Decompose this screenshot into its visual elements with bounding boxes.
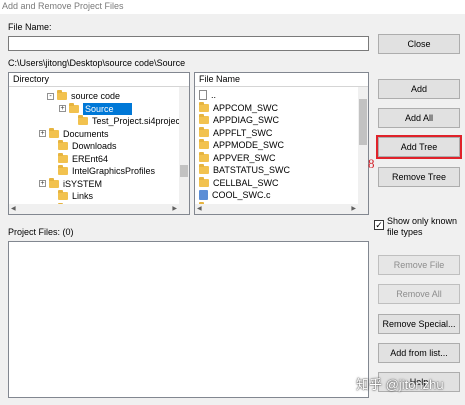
file-list-item-label: BATSTATUS_SWC <box>213 165 291 175</box>
remove-special-button[interactable]: Remove Special... <box>378 314 460 334</box>
file-list-item[interactable]: APPVER_SWC <box>199 151 276 164</box>
remove-all-button[interactable]: Remove All <box>378 284 460 304</box>
directory-item-label: Links <box>72 191 94 201</box>
project-files-label: Project Files: (0) <box>8 227 74 237</box>
collapse-icon[interactable]: - <box>47 92 54 100</box>
directory-scroll-thumb[interactable] <box>180 165 188 177</box>
directory-item[interactable]: - source code <box>47 90 120 102</box>
checkmark-icon: ✓ <box>375 220 383 230</box>
directory-item-label: Downloads <box>72 141 117 151</box>
directory-item[interactable]: Test_Project.si4project <box>78 115 183 127</box>
file-list-item[interactable]: COOL_SWC.c <box>199 189 271 201</box>
directory-item-label: source code <box>71 91 121 101</box>
directory-item[interactable]: Links <box>58 190 93 202</box>
show-only-known-checkbox[interactable]: ✓ <box>374 220 384 230</box>
folder-icon <box>58 140 68 150</box>
directory-horizontal-scrollbar[interactable]: ◀ ▶ <box>9 204 189 214</box>
file-vertical-scrollbar[interactable] <box>358 87 368 204</box>
file-list-item[interactable]: .. <box>199 89 216 101</box>
add-from-list-button[interactable]: Add from list... <box>378 343 460 363</box>
folder-icon <box>58 152 68 163</box>
folder-icon <box>49 177 59 188</box>
directory-item[interactable]: + Documents <box>39 127 109 140</box>
folder-icon <box>57 90 67 100</box>
c-file-icon <box>199 190 208 200</box>
file-list-item-label: APPCOM_SWC <box>213 102 279 113</box>
add-all-button[interactable]: Add All <box>378 108 460 128</box>
expand-icon[interactable]: + <box>39 180 46 187</box>
folder-icon <box>49 127 59 138</box>
file-list-item[interactable]: BATSTATUS_SWC <box>199 164 290 176</box>
close-button[interactable]: Close <box>378 34 460 54</box>
directory-item[interactable]: + Source <box>59 102 132 115</box>
file-list-item-label: APPDIAG_SWC <box>213 115 280 125</box>
file-list-item-label: APPVER_SWC <box>213 152 276 163</box>
directory-item-label: iSYSTEM <box>63 178 103 189</box>
file-icon <box>199 90 207 100</box>
expand-icon[interactable]: + <box>39 130 46 137</box>
directory-item[interactable]: IntelGraphicsProfiles <box>58 165 155 177</box>
directory-item-label: Documents <box>63 128 109 139</box>
file-scroll-thumb[interactable] <box>359 99 367 145</box>
file-list-item[interactable]: APPFLT_SWC <box>199 126 273 139</box>
directory-item[interactable]: EREnt64 <box>58 152 109 165</box>
file-list-item[interactable]: APPCOM_SWC <box>199 101 279 114</box>
directory-item-label: Test_Project.si4project <box>92 116 183 126</box>
add-tree-button[interactable]: Add Tree <box>376 135 462 159</box>
file-list-item[interactable]: CELLBAL_SWC <box>199 176 279 189</box>
folder-icon <box>58 190 68 200</box>
directory-tree[interactable]: Directory - source code + Source Test_Projec… <box>8 72 190 215</box>
file-list-item-label: APPMODE_SWC <box>213 140 285 150</box>
watermark: 知乎 @jitonzhu <box>356 377 444 392</box>
file-list-item-label: COOL_SWC.c <box>212 190 271 200</box>
directory-item-label: IntelGraphicsProfiles <box>72 166 156 176</box>
directory-item-label: Source <box>83 102 132 115</box>
file-list[interactable]: File Name .. APPCOM_SWC APPDIAG_SWC APPFLT_… <box>194 72 369 215</box>
file-list-item[interactable]: APPDIAG_SWC <box>199 114 279 126</box>
file-name-input[interactable] <box>8 36 369 51</box>
folder-icon <box>199 114 209 124</box>
expand-icon[interactable]: + <box>59 105 66 112</box>
current-path: C:\Users\jitong\Desktop\source code\Sour… <box>8 58 186 68</box>
add-button[interactable]: Add <box>378 79 460 99</box>
folder-icon <box>199 126 209 137</box>
step-annotation: 8 <box>368 156 375 171</box>
directory-item-label: EREnt64 <box>72 153 109 164</box>
show-only-known-label: Show only known file types <box>387 216 458 237</box>
folder-icon <box>58 165 68 175</box>
file-horizontal-scrollbar[interactable]: ◀ ▶ <box>195 204 368 214</box>
directory-item[interactable]: Downloads <box>58 140 117 152</box>
directory-item[interactable]: + iSYSTEM <box>39 177 103 190</box>
folder-icon <box>78 115 88 125</box>
project-files-list[interactable] <box>8 241 369 398</box>
file-list-item-label: APPFLT_SWC <box>213 127 273 138</box>
file-list-item[interactable]: APPMODE_SWC <box>199 139 284 151</box>
directory-column-header[interactable]: Directory <box>9 73 189 87</box>
folder-icon <box>69 102 79 113</box>
folder-icon <box>199 176 209 187</box>
directory-vertical-scrollbar[interactable] <box>179 87 189 204</box>
file-column-header[interactable]: File Name <box>195 73 368 87</box>
remove-tree-button[interactable]: Remove Tree <box>378 167 460 187</box>
folder-icon <box>199 101 209 112</box>
folder-icon <box>199 151 209 162</box>
file-name-label: File Name: <box>8 22 52 32</box>
file-list-item-label: CELLBAL_SWC <box>213 177 279 188</box>
remove-file-button[interactable]: Remove File <box>378 255 460 275</box>
window-title: Add and Remove Project Files <box>0 0 465 14</box>
scroll-right-icon[interactable]: ▶ <box>172 205 177 213</box>
folder-icon <box>199 164 209 174</box>
folder-icon <box>199 139 209 149</box>
scroll-left-icon[interactable]: ◀ <box>11 205 16 213</box>
file-scroll-left-icon[interactable]: ◀ <box>197 205 202 213</box>
file-list-item-label: .. <box>211 90 217 100</box>
file-scroll-right-icon[interactable]: ▶ <box>351 205 356 213</box>
